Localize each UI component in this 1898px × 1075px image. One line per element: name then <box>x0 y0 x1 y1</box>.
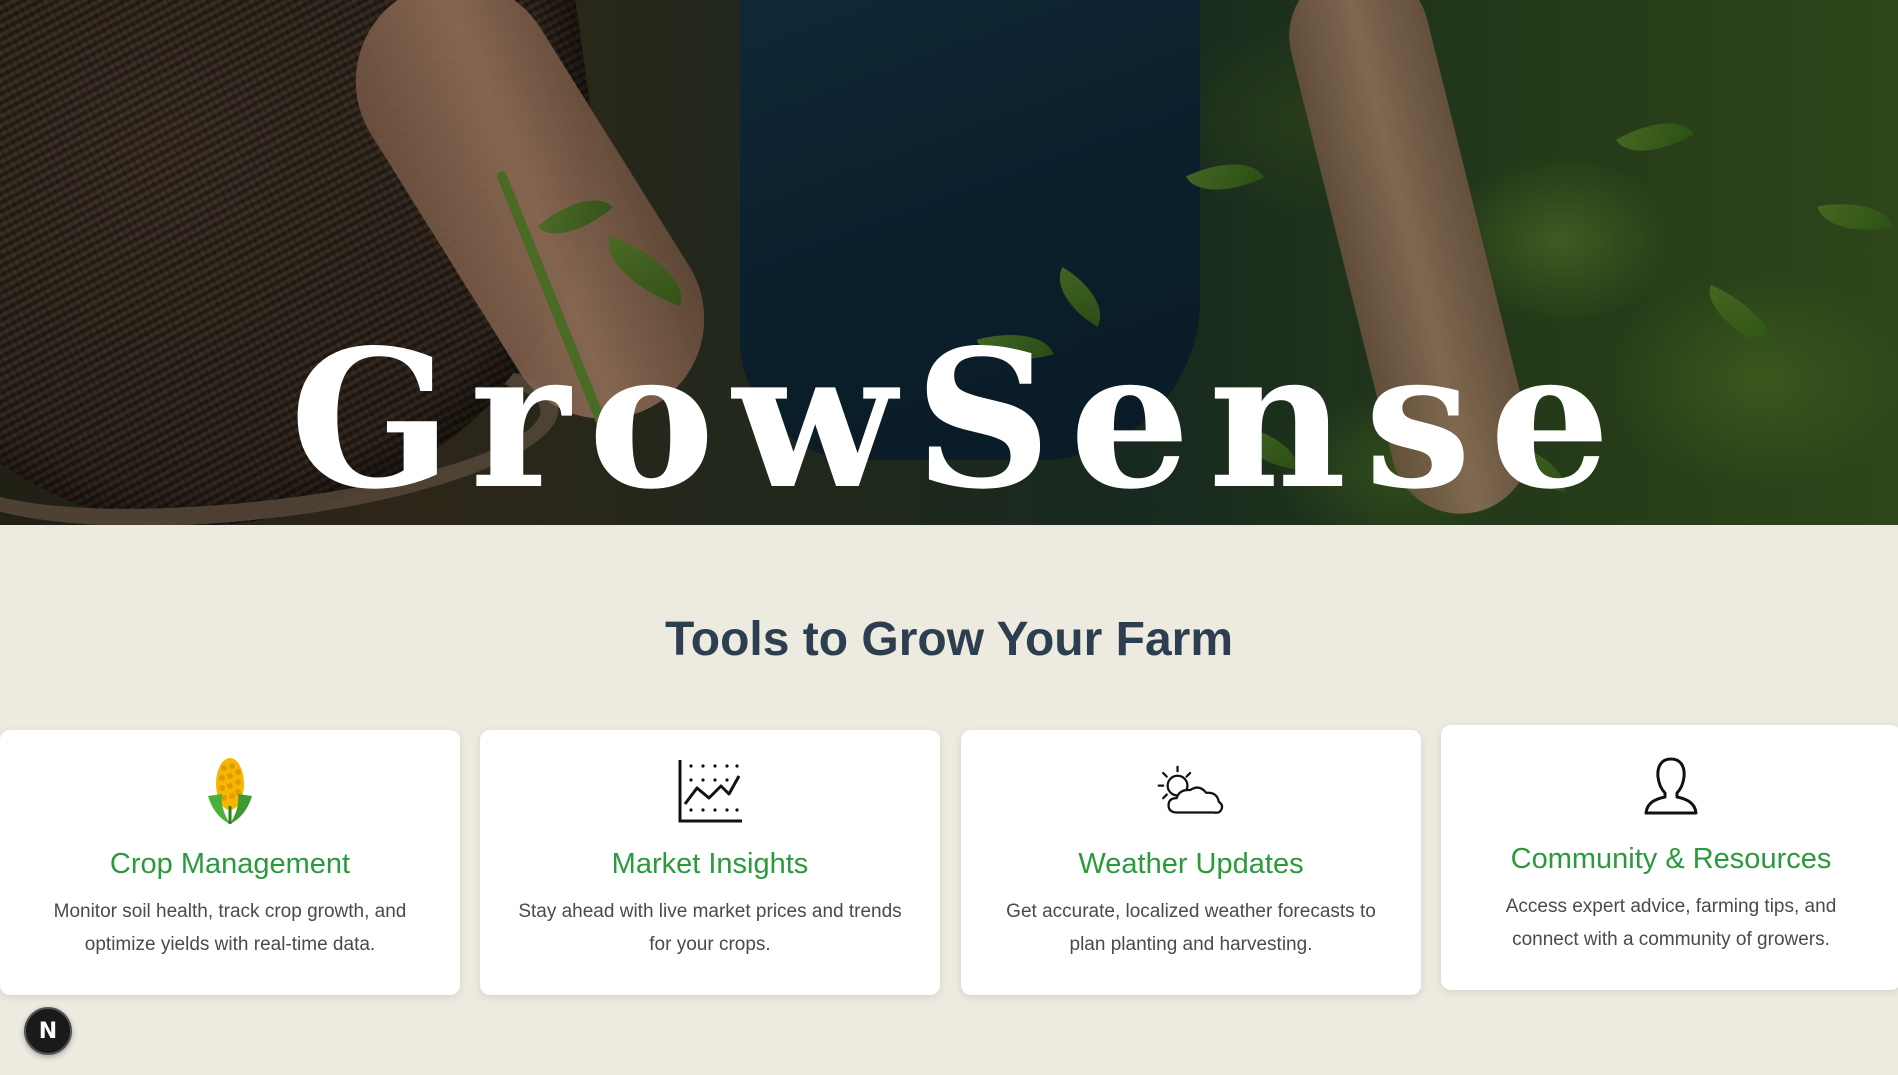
card-title: Weather Updates <box>1078 848 1304 880</box>
card-title: Community & Resources <box>1510 843 1832 875</box>
card-description: Get accurate, localized weather forecast… <box>1006 901 1376 955</box>
feature-card-community-resources[interactable]: Community & Resources Access expert advi… <box>1441 725 1898 990</box>
chart-icon <box>675 756 745 826</box>
sun-cloud-icon <box>1156 756 1226 826</box>
corn-icon <box>195 756 265 826</box>
person-icon <box>1636 751 1706 821</box>
feature-card-crop-management[interactable]: Crop Management Monitor soil health, tra… <box>0 730 460 995</box>
card-description: Monitor soil health, track crop growth, … <box>53 901 407 955</box>
brand-title: GrowSense <box>289 308 1629 525</box>
dev-tools-button[interactable]: N <box>24 1007 72 1055</box>
card-description: Access expert advice, farming tips, and … <box>1505 896 1837 950</box>
hero-banner: GrowSense <box>0 0 1898 525</box>
card-description: Stay ahead with live market prices and t… <box>518 901 902 955</box>
card-title: Crop Management <box>109 848 351 880</box>
card-title: Market Insights <box>611 848 809 880</box>
feature-card-weather-updates[interactable]: Weather Updates Get accurate, localized … <box>961 730 1421 995</box>
section-heading: Tools to Grow Your Farm <box>664 613 1234 666</box>
feature-card-market-insights[interactable]: Market Insights Stay ahead with live mar… <box>480 730 940 995</box>
